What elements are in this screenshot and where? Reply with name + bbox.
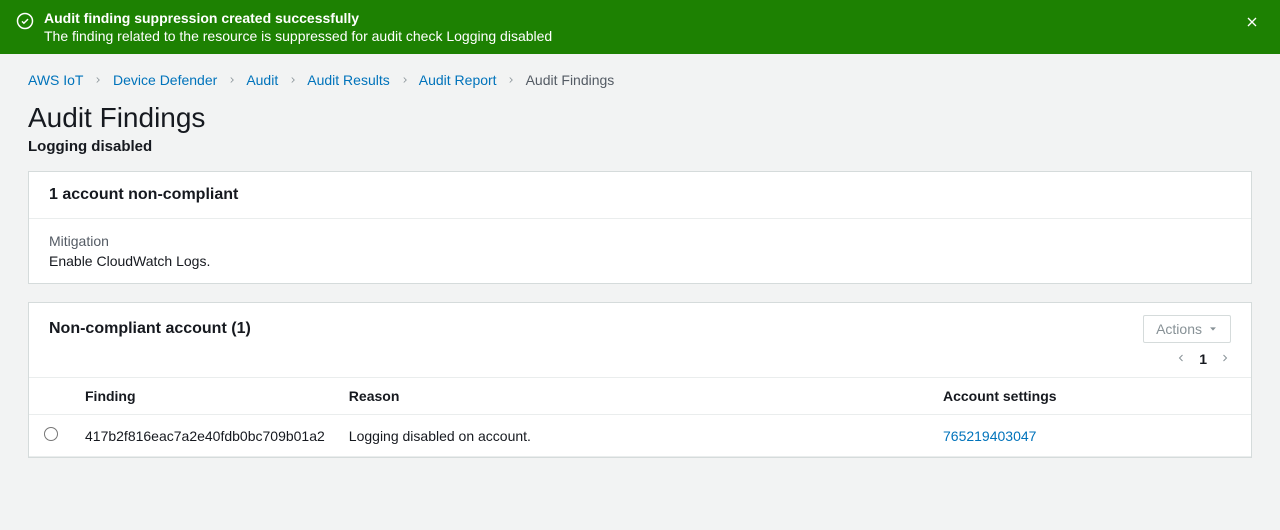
caret-down-icon: [1208, 321, 1218, 337]
crumb-aws-iot[interactable]: AWS IoT: [28, 72, 83, 88]
chevron-right-icon: [227, 72, 237, 88]
pager-page: 1: [1199, 351, 1207, 367]
success-banner: Audit finding suppression created succes…: [0, 0, 1280, 54]
compliance-panel: 1 account non-compliant Mitigation Enabl…: [28, 171, 1252, 284]
breadcrumb: AWS IoT Device Defender Audit Audit Resu…: [28, 72, 1252, 88]
pager-next-icon[interactable]: [1219, 351, 1231, 367]
cell-finding: 417b2f816eac7a2e40fdb0bc709b01a2: [73, 415, 337, 457]
findings-panel-title: Non-compliant account (1): [49, 320, 251, 338]
chevron-right-icon: [506, 72, 516, 88]
col-account: Account settings: [931, 378, 1251, 415]
cell-reason: Logging disabled on account.: [337, 415, 931, 457]
mitigation-text: Enable CloudWatch Logs.: [49, 253, 1231, 269]
crumb-current: Audit Findings: [526, 72, 615, 88]
compliance-header: 1 account non-compliant: [29, 172, 1251, 219]
findings-table: Finding Reason Account settings 417b2f81…: [29, 377, 1251, 457]
crumb-device-defender[interactable]: Device Defender: [113, 72, 217, 88]
table-row: 417b2f816eac7a2e40fdb0bc709b01a2 Logging…: [29, 415, 1251, 457]
mitigation-label: Mitigation: [49, 233, 1231, 249]
banner-message: The finding related to the resource is s…: [44, 28, 1240, 44]
pager: 1: [29, 347, 1251, 377]
crumb-audit-results[interactable]: Audit Results: [307, 72, 389, 88]
success-check-icon: [16, 12, 34, 33]
actions-button[interactable]: Actions: [1143, 315, 1231, 343]
close-icon[interactable]: [1240, 10, 1264, 37]
banner-title: Audit finding suppression created succes…: [44, 10, 1240, 26]
chevron-right-icon: [400, 72, 410, 88]
row-select-radio[interactable]: [44, 427, 58, 441]
crumb-audit[interactable]: Audit: [246, 72, 278, 88]
actions-label: Actions: [1156, 321, 1202, 337]
page-title: Audit Findings: [28, 102, 1252, 134]
chevron-right-icon: [288, 72, 298, 88]
chevron-right-icon: [93, 72, 103, 88]
crumb-audit-report[interactable]: Audit Report: [419, 72, 497, 88]
pager-prev-icon[interactable]: [1175, 351, 1187, 367]
page-subheading: Logging disabled: [28, 138, 1252, 155]
col-reason: Reason: [337, 378, 931, 415]
findings-count: (1): [231, 320, 251, 337]
findings-panel: Non-compliant account (1) Actions 1: [28, 302, 1252, 458]
col-finding: Finding: [73, 378, 337, 415]
account-settings-link[interactable]: 765219403047: [943, 428, 1036, 444]
